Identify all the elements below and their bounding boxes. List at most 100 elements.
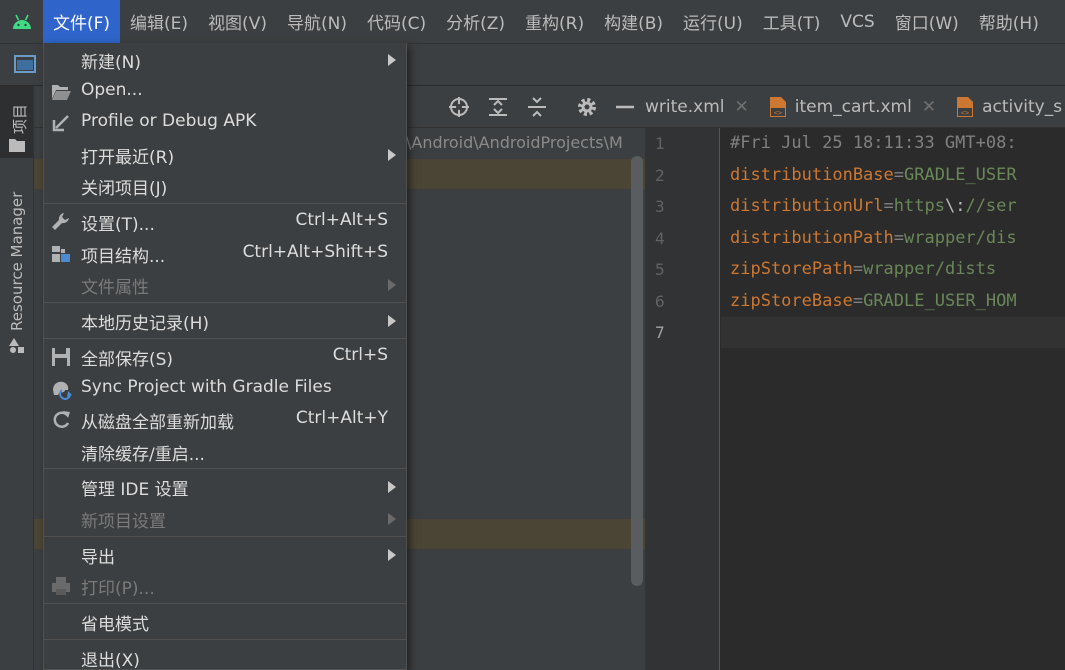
menu-item-settings[interactable]: 设置(T)... Ctrl+Alt+S	[44, 206, 406, 237]
menu-run[interactable]: 运行(U)	[673, 0, 753, 43]
menu-item-close-project[interactable]: 关闭项目(J)	[44, 170, 406, 201]
code-line: distributionUrl=https\://ser	[730, 196, 1017, 216]
xml-file-icon: <>	[957, 96, 974, 117]
project-path: \Android\AndroidProjects\M	[406, 133, 623, 152]
svg-text:<>: <>	[774, 109, 782, 117]
editor-tab[interactable]: <> activity_s	[942, 86, 1065, 127]
code-line: distributionPath=wrapper/dis	[730, 228, 1017, 248]
submenu-arrow-icon	[388, 149, 396, 161]
gear-icon[interactable]	[576, 96, 598, 118]
menu-analyze[interactable]: 分析(Z)	[436, 0, 515, 43]
locate-icon[interactable]	[448, 96, 470, 118]
project-tool-tab[interactable]: 项目	[0, 86, 33, 158]
submenu-arrow-icon	[388, 549, 396, 561]
line-number: 4	[655, 229, 665, 248]
menu-window[interactable]: 窗口(W)	[885, 0, 969, 43]
expand-all-icon[interactable]	[487, 96, 509, 118]
xml-file-icon: <>	[769, 96, 786, 117]
code-line: zipStorePath=wrapper/dists	[730, 259, 997, 279]
menu-item-new[interactable]: 新建(N)	[44, 44, 406, 75]
menu-separator	[44, 338, 406, 339]
close-icon[interactable]: ✕	[922, 97, 936, 117]
menu-tools[interactable]: 工具(T)	[753, 0, 831, 43]
line-number: 1	[655, 134, 665, 153]
menu-item-local-history[interactable]: 本地历史记录(H)	[44, 305, 406, 336]
menu-item-file-properties: 文件属性	[44, 269, 406, 300]
menu-item-exit[interactable]: 退出(X)	[44, 642, 406, 670]
menu-item-open[interactable]: Open...	[44, 76, 406, 107]
line-number: 5	[655, 260, 665, 279]
line-number: 7	[655, 323, 665, 342]
save-icon	[52, 348, 70, 366]
import-arrow-icon	[52, 115, 69, 132]
resource-manager-tab[interactable]: Resource Manager	[8, 192, 26, 331]
menu-item-invalidate-caches[interactable]: 清除缓存/重启...	[44, 436, 406, 467]
menu-item-new-project-settings: 新项目设置	[44, 503, 406, 534]
submenu-arrow-icon	[388, 481, 396, 493]
menu-item-save-all[interactable]: 全部保存(S) Ctrl+S	[44, 341, 406, 372]
menu-item-export[interactable]: 导出	[44, 539, 406, 570]
menu-item-manage-ide-settings[interactable]: 管理 IDE 设置	[44, 471, 406, 502]
menu-code[interactable]: 代码(C)	[357, 0, 436, 43]
menu-view[interactable]: 视图(V)	[198, 0, 277, 43]
tab-label: write.xml	[645, 96, 725, 117]
project-window-icon[interactable]	[14, 54, 36, 74]
left-tool-strip: 项目 Resource Manager	[0, 86, 34, 670]
menu-item-reload-from-disk[interactable]: 从磁盘全部重新加载 Ctrl+Alt+Y	[44, 404, 406, 435]
menu-file[interactable]: 文件(F)	[43, 0, 121, 43]
menu-vcs[interactable]: VCS	[830, 0, 884, 43]
menu-navigate[interactable]: 导航(N)	[277, 0, 357, 43]
code-line: #Fri Jul 25 18:11:33 GMT+08:	[730, 133, 1017, 153]
menu-item-sync-gradle[interactable]: Sync Project with Gradle Files	[44, 373, 406, 404]
resource-manager-icon	[9, 338, 24, 353]
line-number: 2	[655, 166, 665, 185]
menu-help[interactable]: 帮助(H)	[969, 0, 1049, 43]
wrench-icon	[52, 213, 69, 230]
file-menu-dropdown: 新建(N) Open... Profile or Debug APK 打开最近(…	[43, 43, 407, 670]
folder-open-icon	[52, 85, 71, 100]
menu-separator	[44, 536, 406, 537]
svg-text:<>: <>	[961, 109, 969, 117]
tab-label: activity_s	[982, 96, 1063, 117]
menu-build[interactable]: 构建(B)	[594, 0, 673, 43]
reload-icon	[53, 411, 70, 428]
project-tab-label: 项目	[11, 103, 29, 134]
editor-tab[interactable]: write.xml ✕	[645, 86, 755, 127]
current-line-highlight	[721, 317, 1065, 348]
folder-icon	[9, 139, 25, 152]
code-line: zipStoreBase=GRADLE_USER_HOM	[730, 291, 1017, 311]
project-scrollbar[interactable]	[631, 156, 643, 586]
hide-panel-icon[interactable]	[614, 96, 636, 118]
editor-tab-bar: write.xml ✕ <> item_cart.xml ✕ <> activi…	[645, 86, 1065, 128]
menu-separator	[44, 302, 406, 303]
android-logo-icon	[0, 0, 43, 43]
submenu-arrow-icon	[388, 54, 396, 66]
menu-separator	[44, 468, 406, 469]
code-editor[interactable]: #Fri Jul 25 18:11:33 GMT+08: distributio…	[721, 128, 1065, 670]
menu-item-power-save-mode[interactable]: 省电模式	[44, 606, 406, 637]
menu-edit[interactable]: 编辑(E)	[120, 0, 198, 43]
submenu-arrow-icon	[388, 513, 396, 525]
line-number-gutter: 1 2 3 4 5 6 7	[645, 128, 720, 670]
menu-bar: 文件(F) 编辑(E) 视图(V) 导航(N) 代码(C) 分析(Z) 重构(R…	[0, 0, 1065, 43]
menu-item-print: 打印(P)...	[44, 570, 406, 601]
editor-tab[interactable]: <> item_cart.xml ✕	[755, 86, 942, 127]
submenu-arrow-icon	[388, 315, 396, 327]
printer-icon	[52, 577, 70, 595]
menu-separator	[44, 639, 406, 640]
gradle-sync-icon	[53, 381, 72, 400]
menu-refactor[interactable]: 重构(R)	[515, 0, 594, 43]
line-number: 3	[655, 197, 665, 216]
code-line: distributionBase=GRADLE_USER	[730, 165, 1017, 185]
submenu-arrow-icon	[388, 279, 396, 291]
menu-item-profile-debug-apk[interactable]: Profile or Debug APK	[44, 107, 406, 138]
menu-item-open-recent[interactable]: 打开最近(R)	[44, 139, 406, 170]
line-number: 6	[655, 292, 665, 311]
tab-label: item_cart.xml	[794, 96, 912, 117]
menu-item-project-structure[interactable]: 项目结构... Ctrl+Alt+Shift+S	[44, 238, 406, 269]
close-icon[interactable]: ✕	[735, 97, 749, 117]
project-structure-icon	[52, 246, 70, 262]
collapse-all-icon[interactable]	[526, 96, 548, 118]
menu-separator	[44, 603, 406, 604]
menu-separator	[44, 203, 406, 204]
